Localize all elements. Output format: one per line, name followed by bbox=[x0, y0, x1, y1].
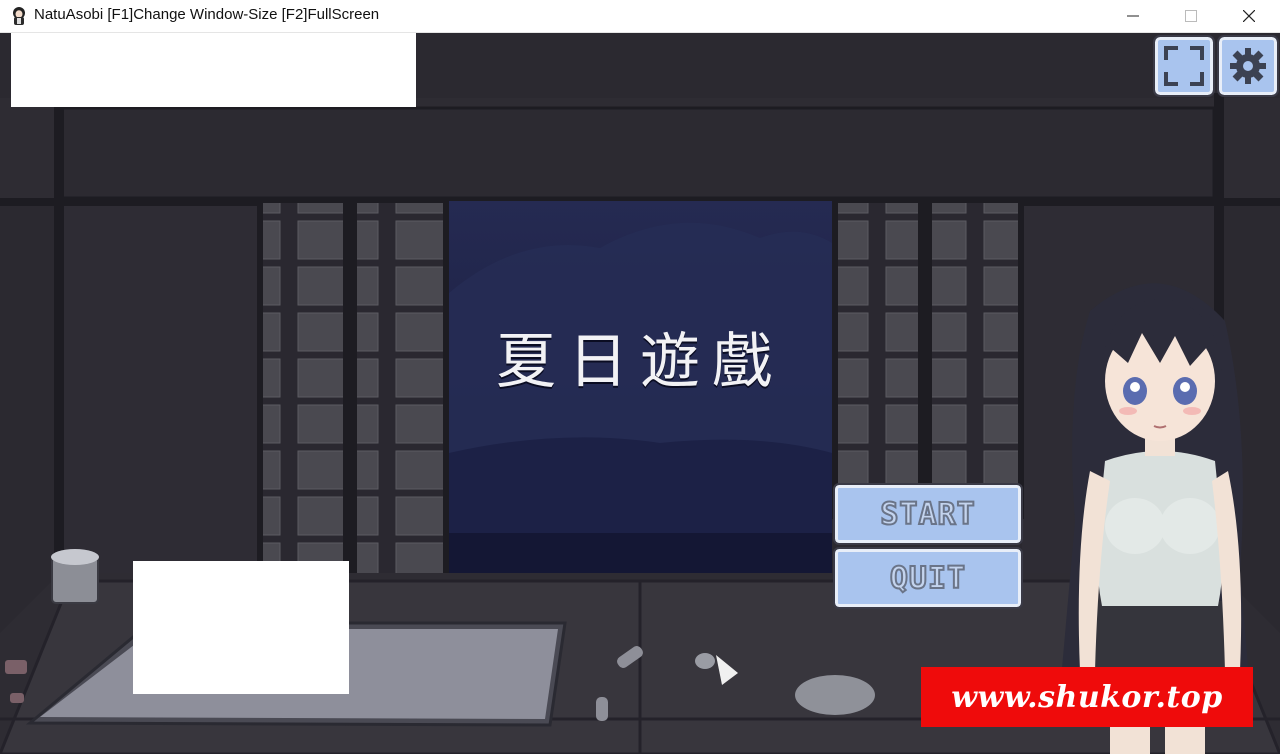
redaction-box-top bbox=[11, 33, 416, 107]
maximize-button[interactable] bbox=[1162, 0, 1220, 32]
minimize-button[interactable] bbox=[1104, 0, 1162, 32]
quit-button[interactable]: QUIT bbox=[833, 547, 1023, 609]
title-screen-scene: 夏日遊戲 START QUIT www.shukor.top bbox=[0, 33, 1280, 754]
app-icon bbox=[13, 7, 25, 25]
gear-icon bbox=[1230, 48, 1266, 84]
window-title: NatuAsobi [F1]Change Window-Size [F2]Ful… bbox=[34, 6, 380, 23]
minimize-icon bbox=[1127, 15, 1139, 17]
quit-button-label: QUIT bbox=[889, 560, 967, 597]
title-bar[interactable]: NatuAsobi [F1]Change Window-Size [F2]Ful… bbox=[0, 0, 1280, 33]
redaction-box-bottom bbox=[133, 561, 349, 694]
start-button[interactable]: START bbox=[833, 483, 1023, 545]
game-title: 夏日遊戲 bbox=[496, 327, 784, 397]
fullscreen-icon bbox=[1164, 46, 1204, 86]
start-button-label: START bbox=[879, 496, 976, 533]
fullscreen-button[interactable] bbox=[1153, 35, 1215, 97]
close-button[interactable] bbox=[1220, 0, 1278, 32]
watermark-text: www.shukor.top bbox=[951, 679, 1223, 715]
settings-button[interactable] bbox=[1217, 35, 1279, 97]
game-window: NatuAsobi [F1]Change Window-Size [F2]Ful… bbox=[0, 0, 1280, 754]
watermark-banner: www.shukor.top bbox=[921, 667, 1253, 727]
close-icon bbox=[1243, 10, 1255, 22]
maximize-icon bbox=[1185, 10, 1197, 22]
